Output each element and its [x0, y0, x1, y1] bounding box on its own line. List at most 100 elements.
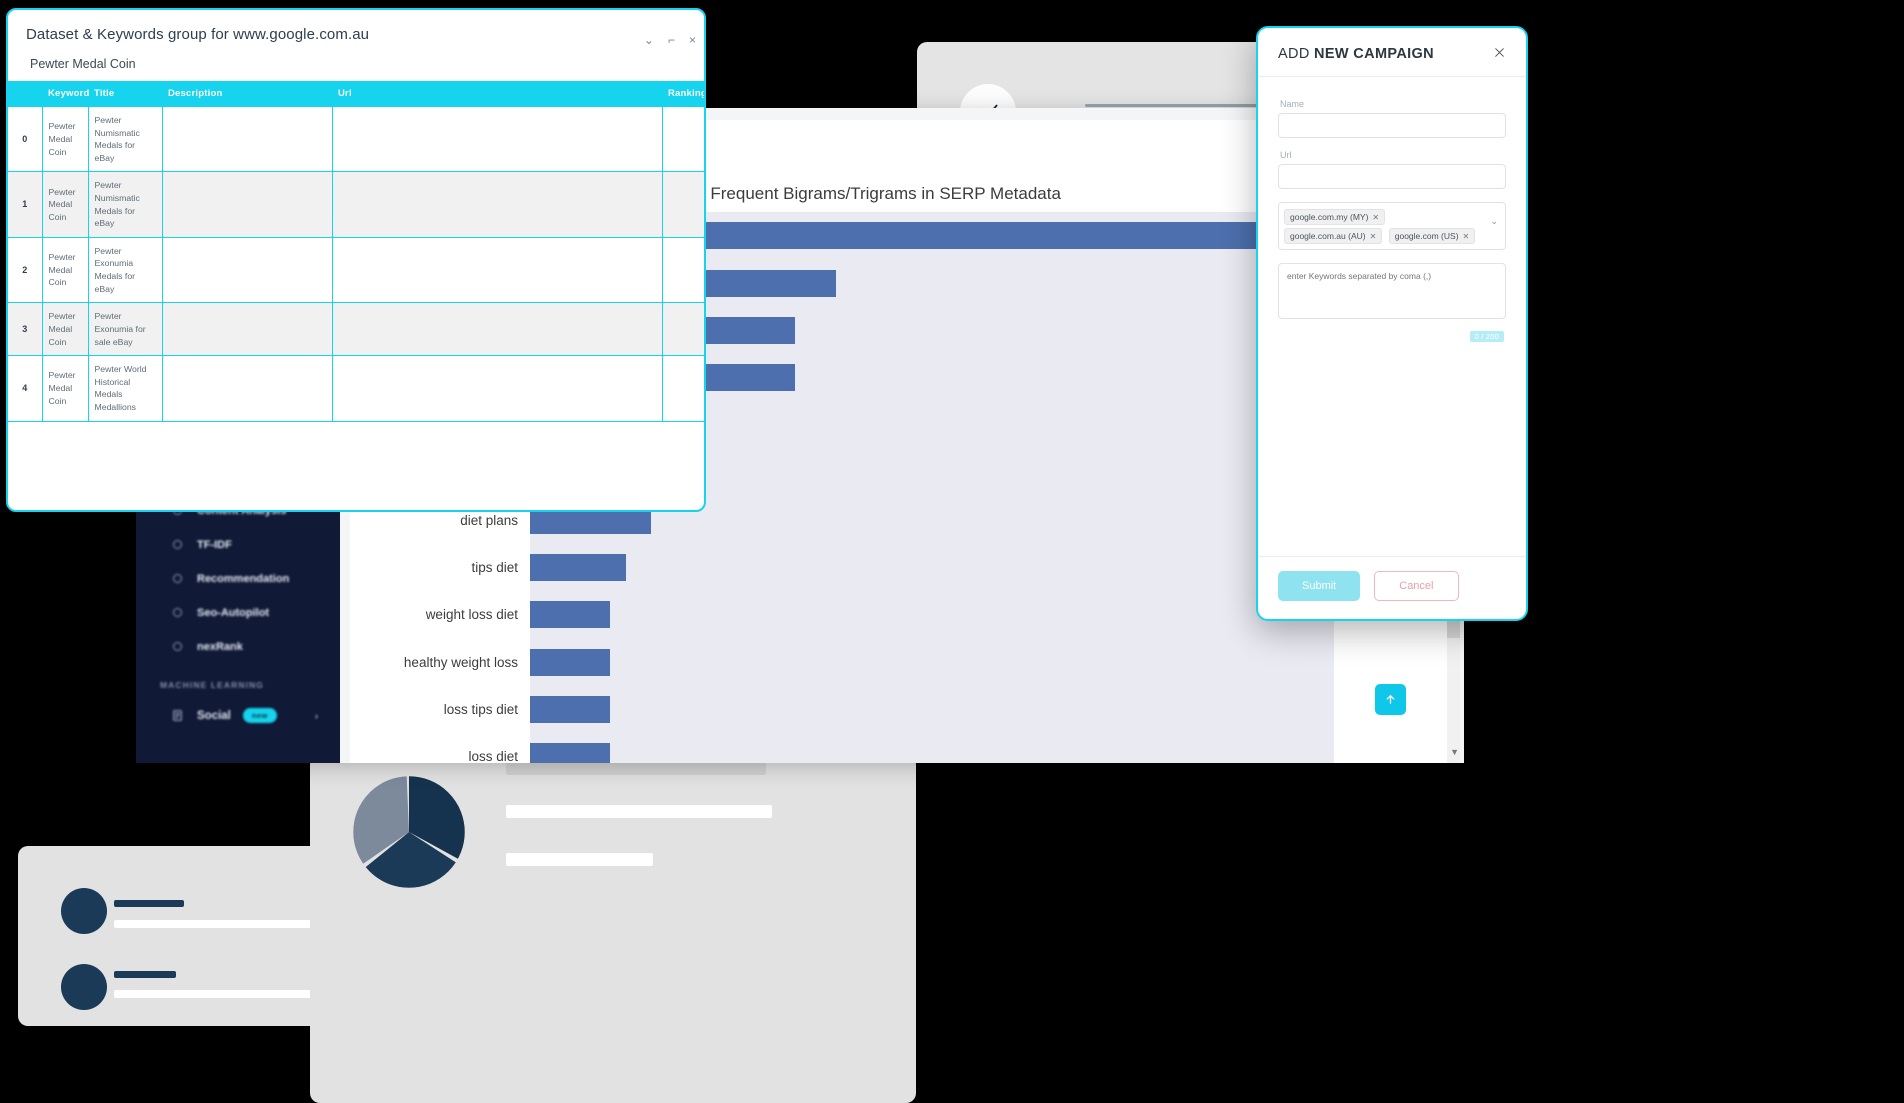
cell-url: [331, 302, 663, 357]
chip-remove-icon[interactable]: ✕: [1463, 232, 1470, 241]
chip-remove-icon[interactable]: ✕: [1370, 232, 1377, 241]
cell-idx: 4: [8, 355, 43, 422]
window-controls: ⌄ ⌐ ×: [644, 34, 696, 46]
scroll-caret-icon[interactable]: ▼: [1450, 747, 1459, 757]
bar-category-label: healthy weight loss: [403, 654, 518, 670]
cell-ranking: [661, 105, 704, 173]
cell-idx: 1: [8, 171, 43, 238]
url-label: Url: [1280, 150, 1292, 160]
cell-idx: 3: [8, 302, 43, 357]
skeleton-bar: [114, 971, 176, 978]
maximize-icon[interactable]: ⌐: [668, 34, 675, 46]
col-description: Description: [162, 81, 332, 107]
cell-title: Pewter Numismatic Medals for eBay: [87, 105, 163, 173]
col-index: [8, 81, 42, 107]
window-title: Dataset & Keywords group for www.google.…: [26, 26, 370, 43]
bar-fill[interactable]: [530, 743, 611, 763]
bar-category-label: tips diet: [471, 559, 518, 575]
bar-category-label: weight loss diet: [425, 607, 518, 623]
sidebar-section-machine-learning-2: MACHINE LEARNING: [160, 680, 265, 690]
chip-google-com-my[interactable]: google.com.my (MY) ✕: [1284, 209, 1386, 225]
cell-ranking: [661, 302, 704, 357]
sidebar-item-recommendation[interactable]: Recommendation: [146, 562, 330, 595]
bar-fill[interactable]: [530, 696, 611, 724]
sidebar-item-label: Social: [197, 709, 231, 722]
modal-title: ADD NEW CAMPAIGN: [1278, 46, 1434, 62]
collapse-icon[interactable]: ⌄: [644, 34, 654, 46]
table-row[interactable]: 4 Pewter Medal Coin Pewter World Historica…: [8, 355, 704, 422]
table-row[interactable]: 0 Pewter Medal Coin Pewter Numismatic Meda…: [8, 105, 704, 173]
chip-google-com-au[interactable]: google.com.au (AU) ✕: [1284, 228, 1383, 244]
cell-idx: 0: [8, 105, 43, 173]
modal-footer: Submit Cancel: [1258, 556, 1526, 619]
sidebar-item-tf-idf[interactable]: TF-IDF: [146, 528, 330, 561]
screenshot-stage: NexODN Dashboard › PAGE INSIGHT: [0, 0, 1904, 1103]
cell-ranking: [661, 171, 704, 238]
col-title: Title: [88, 81, 162, 107]
skeleton-bar: [114, 990, 314, 998]
cell-title: Pewter Exonumia for sale eBay: [87, 302, 163, 357]
name-input[interactable]: [1278, 113, 1506, 138]
col-ranking: Ranking: [662, 81, 704, 107]
cell-keyword: Pewter Medal Coin: [41, 236, 89, 304]
cell-url: [331, 105, 663, 173]
bar-fill[interactable]: [530, 601, 611, 629]
new-badge: new: [242, 708, 277, 723]
table-row[interactable]: 1 Pewter Medal Coin Pewter Numismatic Meda…: [8, 171, 704, 238]
dot-icon: [170, 571, 185, 586]
table-row[interactable]: 3 Pewter Medal Coin Pewter Exonumia for sa…: [8, 302, 704, 357]
keywords-table: Keyword Title Description Url Ranking 0P…: [8, 81, 704, 422]
skeleton-bar: [114, 900, 184, 907]
cell-url: [331, 171, 663, 238]
close-icon[interactable]: ×: [689, 34, 696, 46]
cell-keyword: Pewter Medal Coin: [41, 302, 89, 357]
cell-keyword: Pewter Medal Coin: [41, 355, 89, 422]
chevron-down-icon[interactable]: ⌄: [1490, 216, 1498, 227]
submit-button[interactable]: Submit: [1278, 571, 1361, 601]
chip-google-com-us[interactable]: google.com (US) ✕: [1388, 228, 1476, 244]
url-input[interactable]: [1278, 164, 1506, 189]
cell-description: [161, 105, 333, 173]
chip-label: google.com.my (MY): [1290, 212, 1369, 222]
close-icon[interactable]: [1493, 46, 1506, 62]
modal-title-bold: NEW CAMPAIGN: [1314, 46, 1434, 62]
sidebar-item-seo-autopilot[interactable]: Seo-Autopilot: [146, 596, 330, 629]
cell-title: Pewter Numismatic Medals for eBay: [87, 171, 163, 238]
sidebar-item-label: nexRank: [197, 640, 243, 653]
bar-fill[interactable]: [530, 648, 611, 676]
cell-title: Pewter Exonumia Medals for eBay: [87, 236, 163, 304]
bar-track: [530, 733, 1334, 763]
cell-description: [161, 171, 333, 238]
skeleton-line: [506, 853, 653, 866]
modal-title-light: ADD: [1278, 46, 1315, 62]
bar-track: [530, 543, 1334, 592]
bar-track: [530, 685, 1334, 734]
cell-url: [331, 355, 663, 422]
chip-remove-icon[interactable]: ✕: [1372, 213, 1379, 222]
skeleton-line: [506, 805, 772, 818]
avatar-placeholder: [61, 964, 107, 1010]
table-row[interactable]: 2 Pewter Medal Coin Pewter Exonumia Medals…: [8, 236, 704, 304]
search-engine-multiselect[interactable]: google.com.my (MY) ✕ google.com.au (AU) …: [1278, 202, 1506, 250]
keywords-textarea[interactable]: [1278, 263, 1506, 319]
cell-idx: 2: [8, 236, 43, 304]
bar-track: [530, 638, 1334, 686]
cell-keyword: Pewter Medal Coin: [41, 171, 89, 238]
list-icon: [170, 708, 185, 723]
modal-body: Name Url google.com.my (MY) ✕ google.com…: [1258, 77, 1526, 342]
cell-description: [161, 355, 333, 422]
avatar-placeholder: [61, 888, 107, 934]
chevron-right-icon: ›: [315, 710, 318, 721]
sidebar-item-nexrank[interactable]: nexRank: [146, 630, 330, 663]
cell-url: [331, 236, 663, 304]
dataset-keywords-window: Dataset & Keywords group for www.google.…: [6, 8, 706, 512]
bar-fill[interactable]: [530, 553, 627, 581]
sidebar-item-social[interactable]: Social new ›: [146, 699, 330, 732]
cell-ranking: [661, 355, 704, 422]
bar-row: tips diet: [390, 543, 1334, 592]
dot-icon: [170, 639, 185, 654]
scroll-to-top-button[interactable]: [1375, 684, 1406, 715]
cancel-button[interactable]: Cancel: [1374, 571, 1459, 601]
cell-keyword: Pewter Medal Coin: [41, 105, 89, 173]
decorative-card-center: [310, 755, 916, 1103]
